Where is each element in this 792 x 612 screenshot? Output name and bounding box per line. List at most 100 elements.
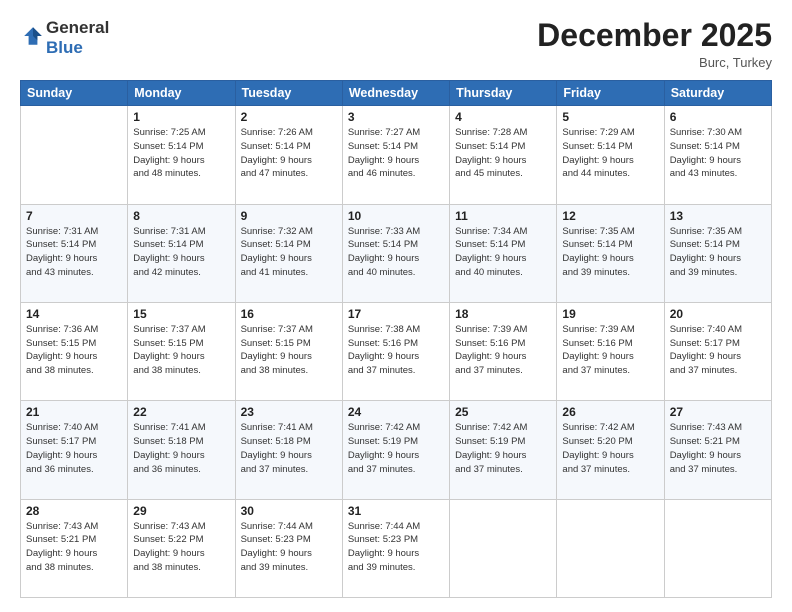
- day-number: 10: [348, 209, 444, 223]
- calendar-cell: 30Sunrise: 7:44 AM Sunset: 5:23 PM Dayli…: [235, 499, 342, 597]
- calendar-cell: 20Sunrise: 7:40 AM Sunset: 5:17 PM Dayli…: [664, 302, 771, 400]
- calendar-cell: [664, 499, 771, 597]
- day-number: 4: [455, 110, 551, 124]
- col-thursday: Thursday: [450, 81, 557, 106]
- day-info: Sunrise: 7:39 AM Sunset: 5:16 PM Dayligh…: [562, 323, 658, 378]
- day-info: Sunrise: 7:35 AM Sunset: 5:14 PM Dayligh…: [562, 225, 658, 280]
- calendar-cell: 24 Sunrise: 7:42 AM Sunset: 5:19 PM Dayli…: [342, 401, 449, 499]
- calendar-cell: 5 Sunrise: 7:29 AM Sunset: 5:14 PM Daylig…: [557, 106, 664, 204]
- calendar-cell: 2 Sunrise: 7:26 AM Sunset: 5:14 PM Daylig…: [235, 106, 342, 204]
- day-number: 13: [670, 209, 766, 223]
- calendar-cell: 1Sunrise: 7:25 AM Sunset: 5:14 PM Daylig…: [128, 106, 235, 204]
- day-info: Sunrise: 7:36 AM Sunset: 5:15 PM Dayligh…: [26, 323, 122, 378]
- day-info: Sunrise: 7:25 AM Sunset: 5:14 PM Dayligh…: [133, 126, 229, 181]
- col-monday: Monday: [128, 81, 235, 106]
- day-number: 11: [455, 209, 551, 223]
- day-number: 30: [241, 504, 337, 518]
- calendar-cell: 26Sunrise: 7:42 AM Sunset: 5:20 PM Dayli…: [557, 401, 664, 499]
- week-row-4: 21 Sunrise: 7:40 AM Sunset: 5:17 PM Dayli…: [21, 401, 772, 499]
- calendar-cell: 28Sunrise: 7:43 AM Sunset: 5:21 PM Dayli…: [21, 499, 128, 597]
- location: Burc, Turkey: [537, 55, 772, 70]
- calendar-table: Sunday Monday Tuesday Wednesday Thursday…: [20, 80, 772, 598]
- logo-general: General: [46, 18, 109, 37]
- day-info: Sunrise: 7:38 AM Sunset: 5:16 PM Dayligh…: [348, 323, 444, 378]
- day-number: 6: [670, 110, 766, 124]
- calendar-cell: 13 Sunrise: 7:35 AM Sunset: 5:14 PM Dayli…: [664, 204, 771, 302]
- day-info: Sunrise: 7:31 AM Sunset: 5:14 PM Dayligh…: [26, 225, 122, 280]
- col-wednesday: Wednesday: [342, 81, 449, 106]
- day-number: 15: [133, 307, 229, 321]
- week-row-3: 14 Sunrise: 7:36 AM Sunset: 5:15 PM Dayli…: [21, 302, 772, 400]
- calendar-cell: 16 Sunrise: 7:37 AM Sunset: 5:15 PM Dayli…: [235, 302, 342, 400]
- calendar-cell: [557, 499, 664, 597]
- day-info: Sunrise: 7:31 AM Sunset: 5:14 PM Dayligh…: [133, 225, 229, 280]
- day-info: Sunrise: 7:41 AM Sunset: 5:18 PM Dayligh…: [133, 421, 229, 476]
- day-info: Sunrise: 7:43 AM Sunset: 5:21 PM Dayligh…: [26, 520, 122, 575]
- day-number: 14: [26, 307, 122, 321]
- calendar-cell: 8 Sunrise: 7:31 AM Sunset: 5:14 PM Daylig…: [128, 204, 235, 302]
- calendar-cell: 11Sunrise: 7:34 AM Sunset: 5:14 PM Dayli…: [450, 204, 557, 302]
- calendar-cell: 21 Sunrise: 7:40 AM Sunset: 5:17 PM Dayli…: [21, 401, 128, 499]
- calendar-cell: 25 Sunrise: 7:42 AM Sunset: 5:19 PM Dayli…: [450, 401, 557, 499]
- day-number: 17: [348, 307, 444, 321]
- calendar-cell: 31 Sunrise: 7:44 AM Sunset: 5:23 PM Dayli…: [342, 499, 449, 597]
- day-number: 25: [455, 405, 551, 419]
- calendar-cell: 27 Sunrise: 7:43 AM Sunset: 5:21 PM Dayli…: [664, 401, 771, 499]
- day-info: Sunrise: 7:26 AM Sunset: 5:14 PM Dayligh…: [241, 126, 337, 181]
- day-number: 31: [348, 504, 444, 518]
- day-number: 19: [562, 307, 658, 321]
- day-number: 23: [241, 405, 337, 419]
- calendar-cell: 10Sunrise: 7:33 AM Sunset: 5:14 PM Dayli…: [342, 204, 449, 302]
- col-friday: Friday: [557, 81, 664, 106]
- day-number: 21: [26, 405, 122, 419]
- day-info: Sunrise: 7:42 AM Sunset: 5:19 PM Dayligh…: [455, 421, 551, 476]
- day-number: 12: [562, 209, 658, 223]
- day-info: Sunrise: 7:41 AM Sunset: 5:18 PM Dayligh…: [241, 421, 337, 476]
- day-info: Sunrise: 7:27 AM Sunset: 5:14 PM Dayligh…: [348, 126, 444, 181]
- day-info: Sunrise: 7:40 AM Sunset: 5:17 PM Dayligh…: [670, 323, 766, 378]
- day-info: Sunrise: 7:42 AM Sunset: 5:19 PM Dayligh…: [348, 421, 444, 476]
- col-tuesday: Tuesday: [235, 81, 342, 106]
- calendar-cell: 9Sunrise: 7:32 AM Sunset: 5:14 PM Daylig…: [235, 204, 342, 302]
- calendar-cell: 3 Sunrise: 7:27 AM Sunset: 5:14 PM Daylig…: [342, 106, 449, 204]
- col-saturday: Saturday: [664, 81, 771, 106]
- day-info: Sunrise: 7:43 AM Sunset: 5:21 PM Dayligh…: [670, 421, 766, 476]
- day-number: 24: [348, 405, 444, 419]
- day-number: 16: [241, 307, 337, 321]
- week-row-5: 28Sunrise: 7:43 AM Sunset: 5:21 PM Dayli…: [21, 499, 772, 597]
- header: General Blue December 2025 Burc, Turkey: [20, 18, 772, 70]
- day-number: 3: [348, 110, 444, 124]
- day-number: 2: [241, 110, 337, 124]
- month-title: December 2025: [537, 18, 772, 53]
- day-info: Sunrise: 7:42 AM Sunset: 5:20 PM Dayligh…: [562, 421, 658, 476]
- calendar-cell: 7 Sunrise: 7:31 AM Sunset: 5:14 PM Daylig…: [21, 204, 128, 302]
- calendar-cell: 23 Sunrise: 7:41 AM Sunset: 5:18 PM Dayli…: [235, 401, 342, 499]
- calendar-cell: 17 Sunrise: 7:38 AM Sunset: 5:16 PM Dayli…: [342, 302, 449, 400]
- calendar-cell: 22Sunrise: 7:41 AM Sunset: 5:18 PM Dayli…: [128, 401, 235, 499]
- day-info: Sunrise: 7:30 AM Sunset: 5:14 PM Dayligh…: [670, 126, 766, 181]
- day-number: 5: [562, 110, 658, 124]
- logo-blue: Blue: [46, 38, 83, 57]
- calendar-cell: 19 Sunrise: 7:39 AM Sunset: 5:16 PM Dayli…: [557, 302, 664, 400]
- day-info: Sunrise: 7:39 AM Sunset: 5:16 PM Dayligh…: [455, 323, 551, 378]
- title-block: December 2025 Burc, Turkey: [537, 18, 772, 70]
- calendar-cell: [21, 106, 128, 204]
- day-number: 7: [26, 209, 122, 223]
- day-number: 18: [455, 307, 551, 321]
- day-info: Sunrise: 7:37 AM Sunset: 5:15 PM Dayligh…: [241, 323, 337, 378]
- day-info: Sunrise: 7:44 AM Sunset: 5:23 PM Dayligh…: [348, 520, 444, 575]
- day-info: Sunrise: 7:35 AM Sunset: 5:14 PM Dayligh…: [670, 225, 766, 280]
- calendar-cell: 6 Sunrise: 7:30 AM Sunset: 5:14 PM Daylig…: [664, 106, 771, 204]
- calendar-cell: 12 Sunrise: 7:35 AM Sunset: 5:14 PM Dayli…: [557, 204, 664, 302]
- day-number: 27: [670, 405, 766, 419]
- day-info: Sunrise: 7:37 AM Sunset: 5:15 PM Dayligh…: [133, 323, 229, 378]
- calendar-header-row: Sunday Monday Tuesday Wednesday Thursday…: [21, 81, 772, 106]
- calendar-cell: 4Sunrise: 7:28 AM Sunset: 5:14 PM Daylig…: [450, 106, 557, 204]
- calendar-cell: 18 Sunrise: 7:39 AM Sunset: 5:16 PM Dayli…: [450, 302, 557, 400]
- page: General Blue December 2025 Burc, Turkey …: [0, 0, 792, 612]
- day-info: Sunrise: 7:40 AM Sunset: 5:17 PM Dayligh…: [26, 421, 122, 476]
- day-info: Sunrise: 7:29 AM Sunset: 5:14 PM Dayligh…: [562, 126, 658, 181]
- logo-text: General Blue: [46, 18, 109, 59]
- logo: General Blue: [20, 18, 109, 59]
- day-number: 8: [133, 209, 229, 223]
